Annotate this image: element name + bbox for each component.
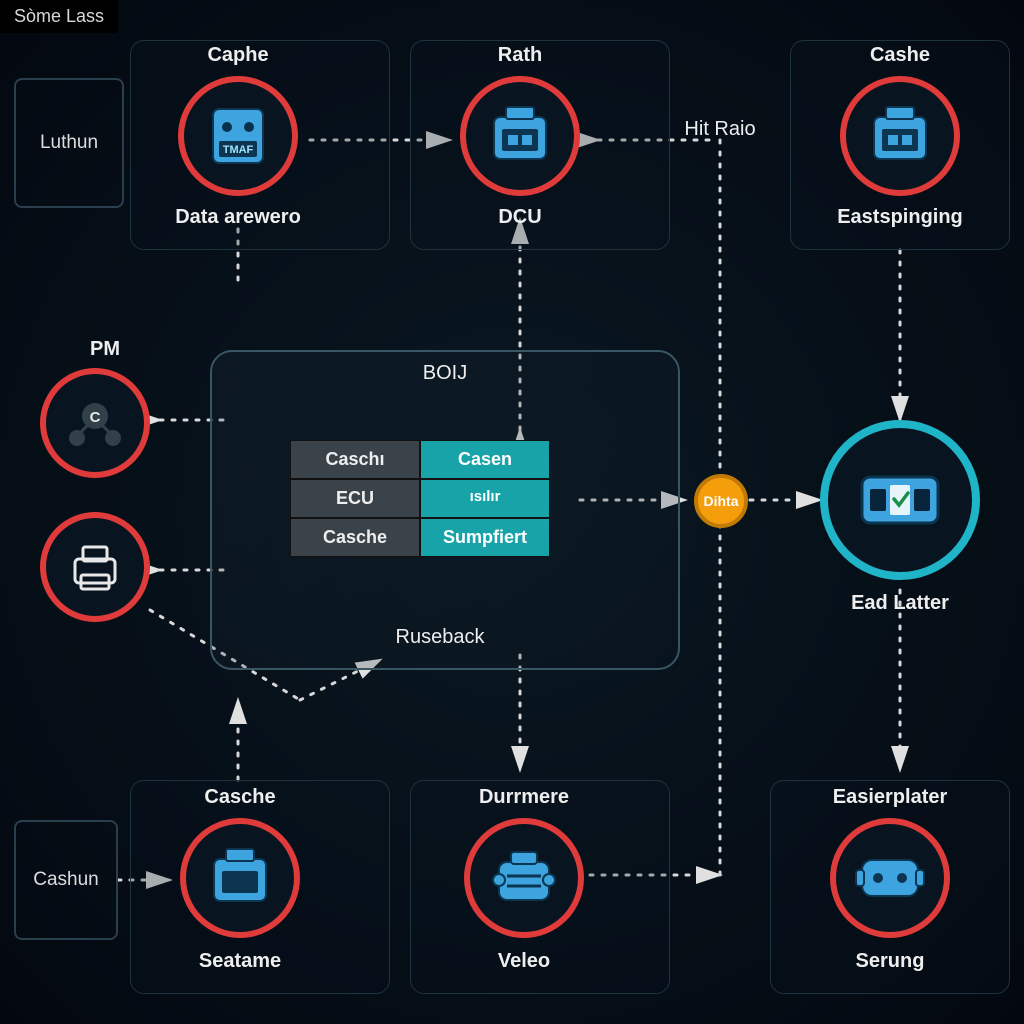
svg-text:TMAF: TMAF <box>223 144 254 156</box>
cell-r3c2: Sumpfiert <box>420 518 550 557</box>
svg-text:C: C <box>90 409 101 426</box>
easierplater-circle <box>830 818 950 938</box>
center-table: Caschı Casen ECU ısılır Casche Sumpfiert <box>290 440 550 557</box>
robot-icon: TMAF <box>205 101 271 171</box>
dilta-node: Dihta <box>694 474 748 528</box>
sidebar-cashun: Cashun <box>14 820 118 940</box>
hit-raio-label: Hit Raio <box>684 118 755 141</box>
easierplater-title: Easierplater <box>833 786 948 809</box>
machine-icon <box>204 845 276 911</box>
caphe-title: Caphe <box>207 44 268 67</box>
cell-r2c2: ısılır <box>420 479 550 518</box>
cashe-circle <box>840 76 960 196</box>
pm-title: PM <box>90 338 120 361</box>
durrmere-title: Durrmere <box>479 786 569 809</box>
cell-r2c1: ECU <box>290 479 420 518</box>
printer-icon <box>65 539 125 595</box>
durrmere-sub: Veleo <box>498 950 550 973</box>
caphe-sub: Data arewero <box>175 206 301 229</box>
machine-icon <box>864 103 936 169</box>
cashe-sub: Eastspinging <box>837 206 963 229</box>
cell-r3c1: Casche <box>290 518 420 557</box>
casche-bl-title: Casche <box>204 786 275 809</box>
pm-circle: C <box>40 368 150 478</box>
molecule-icon: C <box>63 398 127 448</box>
tool-icon <box>487 846 561 910</box>
sidebar-cashun-label: Cashun <box>33 869 99 891</box>
durrmere-circle <box>464 818 584 938</box>
device-icon <box>852 850 928 906</box>
rath-title: Rath <box>498 44 542 67</box>
casche-bl-sub: Seatame <box>199 950 281 973</box>
cell-r1c1: Caschı <box>290 440 420 479</box>
dilta-label: Dihta <box>704 493 739 509</box>
checkbox-device-icon <box>852 465 948 535</box>
cashe-title: Cashe <box>870 44 930 67</box>
sidebar-luthun: Luthun <box>14 78 124 208</box>
easierplater-sub: Serung <box>856 950 925 973</box>
rath-sub: DCU <box>498 206 541 229</box>
ead-latter-circle <box>820 420 980 580</box>
casche-bl-circle <box>180 818 300 938</box>
caphe-circle: TMAF <box>178 76 298 196</box>
center-title: BOIJ <box>423 362 467 385</box>
center-bottom: Ruseback <box>396 626 485 649</box>
ead-latter-title: Ead Latter <box>851 592 949 615</box>
machine-icon <box>484 103 556 169</box>
cell-r1c2: Casen <box>420 440 550 479</box>
sidebar-luthun-label: Luthun <box>40 132 98 154</box>
printer-circle <box>40 512 150 622</box>
tab-title: Sòme Lass <box>0 0 118 33</box>
rath-circle <box>460 76 580 196</box>
